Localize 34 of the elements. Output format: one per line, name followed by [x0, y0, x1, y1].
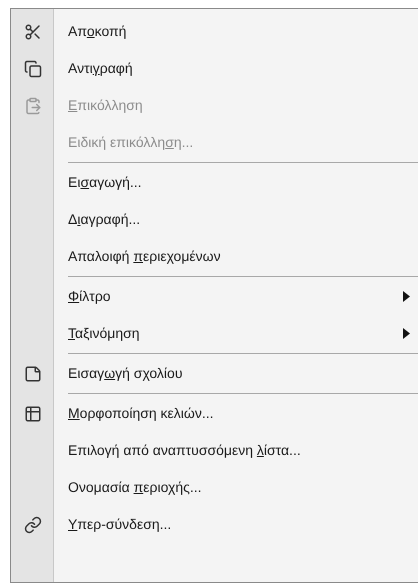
copy-icon [24, 60, 42, 78]
menu-item-label: Επικόλληση [68, 96, 143, 115]
menu-item[interactable]: Απαλοιφή περιεχομένων [11, 238, 418, 275]
clipboard-icon [24, 96, 42, 114]
menu-item-label: Επιλογή από αναπτυσσόμενη λίστα... [68, 441, 301, 460]
menu-item-label: Ειδική επικόλληση... [68, 133, 194, 152]
menu-item-label: Απαλοιφή περιεχομένων [68, 247, 221, 266]
menu-item-label: Εισαγωγή σχολίου [68, 364, 182, 383]
menu-item[interactable]: Φίλτρο [11, 278, 418, 315]
menu-item[interactable]: Επιλογή από αναπτυσσόμενη λίστα... [11, 432, 418, 469]
menu-item-label: Μορφοποίηση κελιών... [68, 404, 214, 423]
menu-item-label: Φίλτρο [68, 287, 111, 306]
menu-item[interactable]: Ταξινόμηση [11, 315, 418, 352]
menu-item-label: Εισαγωγή... [68, 173, 142, 192]
table-icon [24, 404, 42, 422]
menu-item[interactable]: Ονομασία περιοχής... [11, 469, 418, 506]
note-icon [24, 364, 42, 382]
menu-item[interactable]: Αντιγραφή [11, 50, 418, 87]
menu-item-label: Αντιγραφή [68, 59, 133, 78]
menu-item-label: Ονομασία περιοχής... [68, 478, 202, 497]
menu-item-label: Ταξινόμηση [68, 324, 140, 343]
menu-item[interactable]: Διαγραφή... [11, 201, 418, 238]
menu-item[interactable]: Εισαγωγή... [11, 164, 418, 201]
scissors-icon [24, 22, 42, 40]
menu-item[interactable]: Εισαγωγή σχολίου [11, 355, 418, 392]
menu-item[interactable]: Αποκοπή [11, 13, 418, 50]
menu-item-label: Υπερ-σύνδεση... [68, 515, 172, 534]
link-icon [24, 516, 42, 534]
submenu-arrow-icon [403, 291, 410, 302]
submenu-arrow-icon [403, 328, 410, 339]
menu-item[interactable]: Μορφοποίηση κελιών... [11, 395, 418, 432]
menu-item-label: Διαγραφή... [68, 210, 140, 229]
menu-item-label: Αποκοπή [68, 22, 126, 41]
menu-item[interactable]: Υπερ-σύνδεση... [11, 506, 418, 543]
